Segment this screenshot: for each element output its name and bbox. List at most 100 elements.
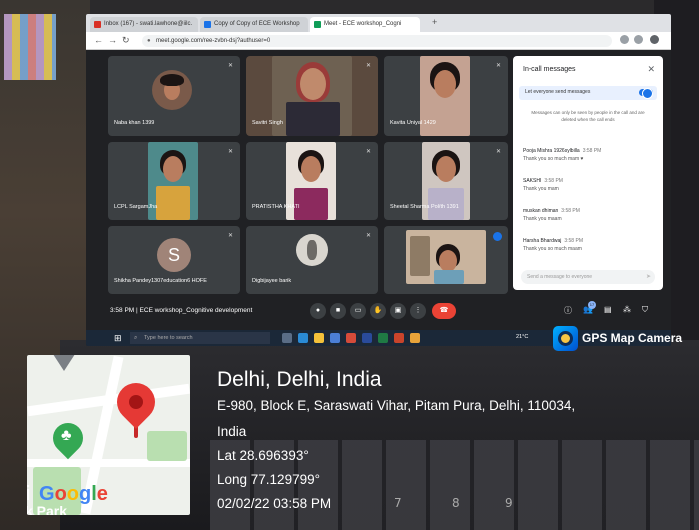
participant-tile[interactable] — [384, 226, 508, 294]
participant-avatar — [152, 70, 192, 110]
extension-icon[interactable] — [620, 35, 629, 44]
back-icon[interactable]: ← — [94, 35, 103, 45]
participant-avatar — [296, 234, 328, 266]
mic-off-icon: ✕ — [496, 63, 502, 69]
participant-tile[interactable]: ✕ Kavita Uniyal 1429 — [384, 56, 508, 136]
edge-icon[interactable] — [298, 333, 308, 343]
url-field[interactable]: ● meet.google.com/ree-zvbn-dsj?authuser=… — [142, 35, 612, 47]
chat-input-placeholder: Send a message to everyone — [527, 274, 593, 280]
meeting-info-icon[interactable]: ⓘ — [564, 305, 572, 316]
camera-icon[interactable]: ■ — [330, 303, 346, 319]
meeting-details: 3:58 PM | ECE workshop_Cognitive develop… — [110, 307, 252, 314]
participant-tile[interactable]: ✕ Sheetal Sharma Pol/th 1391 — [384, 142, 508, 220]
mic-off-icon: ✕ — [366, 149, 372, 155]
message-text: Thank you mam — [523, 186, 559, 192]
tab-label: Copy of Copy of ECE Workshop — [214, 21, 300, 27]
location-address: E-980, Block E, Saraswati Vihar, Pitam P… — [217, 398, 576, 413]
location-map: ♣ i Google k Park — [27, 355, 190, 515]
laptop-screen: Inbox (167) - swati.lawhone@iilc. Copy o… — [86, 14, 671, 346]
reload-icon[interactable]: ↻ — [122, 35, 130, 46]
message-time: 3:58 PM — [561, 208, 580, 214]
chat-message: Harsha Bhardwaj 3:58 PM Thank you so much… — [523, 238, 653, 252]
participant-name: Savitri Singh — [252, 120, 283, 126]
participant-tile[interactable]: S ✕ Shikha Pandey1307education6 HOFE — [108, 226, 240, 294]
message-text: Thank you maam — [523, 216, 562, 222]
gps-app-label: GPS Map Camera — [582, 331, 683, 345]
raise-hand-icon[interactable]: ✋ — [370, 303, 386, 319]
chat-permission-row: Let everyone send messages — [519, 86, 657, 100]
office-icon[interactable] — [346, 333, 356, 343]
message-text: Thank you so much mam ♥ — [523, 156, 584, 162]
weather-widget[interactable]: 21°C — [516, 334, 528, 340]
present-icon[interactable]: ▣ — [390, 303, 406, 319]
key-9: 9 — [505, 496, 513, 510]
google-logo-letter: o — [66, 483, 79, 505]
close-icon[interactable]: ✕ — [647, 64, 655, 75]
profile-icon[interactable] — [634, 35, 643, 44]
message-sender: muskan dhiman — [523, 208, 559, 214]
more-options-icon[interactable]: ⋮ — [410, 303, 426, 319]
participant-tile[interactable]: ✕ LCPL SargamJha — [108, 142, 240, 220]
location-city: Delhi, Delhi, India — [217, 368, 382, 391]
tab-gmail[interactable]: Inbox (167) - swati.lawhone@iilc. — [90, 17, 198, 32]
powerpoint-icon[interactable] — [394, 333, 404, 343]
taskbar-search[interactable]: ⌕ Type here to search — [130, 332, 270, 344]
key-8: 8 — [452, 496, 460, 510]
participant-tile[interactable]: ✕ Naba khan 1399 — [108, 56, 240, 136]
message-time: 3:58 PM — [564, 238, 583, 244]
tab-label: Inbox (167) - swati.lawhone@iilc. — [104, 21, 193, 27]
chat-message-input[interactable]: Send a message to everyone ➤ — [521, 270, 655, 284]
end-call-icon[interactable]: ☎ — [432, 303, 456, 319]
url-text: meet.google.com/ree-zvbn-dsj?authuser=0 — [156, 38, 271, 44]
task-view-icon[interactable] — [282, 333, 292, 343]
participant-tile[interactable]: ✕ Savitri Singh — [246, 56, 378, 136]
location-longitude: Long 77.129799° — [217, 472, 320, 487]
microphone-icon[interactable]: ● — [310, 303, 326, 319]
tab-meet[interactable]: Meet - ECE workshop_Cogni — [310, 17, 420, 32]
participant-name: Sheetal Sharma Pol/th 1391 — [390, 204, 459, 210]
chat-message: muskan dhiman 3:58 PM Thank you maam — [523, 208, 653, 222]
gps-map-camera-logo — [553, 326, 578, 351]
key-7: 7 — [394, 496, 402, 510]
docs-icon — [204, 21, 211, 28]
captions-icon[interactable]: ▭ — [350, 303, 366, 319]
word-icon[interactable] — [362, 333, 372, 343]
message-sender: Pooja Mishra 1926sylbilla — [523, 148, 580, 154]
taskbar-search-placeholder: Type here to search — [144, 335, 193, 341]
participant-video — [406, 230, 486, 284]
send-icon[interactable]: ➤ — [646, 270, 651, 284]
participant-tile[interactable]: ✕ PRATISTHA KHATI — [246, 142, 378, 220]
meeting-name: ECE workshop_Cognitive development — [139, 307, 253, 314]
chat-privacy-note: Messages can only be seen by people in t… — [531, 110, 645, 122]
forward-icon[interactable]: → — [108, 35, 117, 45]
participant-name: Naba khan 1399 — [114, 120, 155, 126]
address-bar: ← → ↻ ● meet.google.com/ree-zvbn-dsj?aut… — [86, 32, 671, 50]
windows-start-icon[interactable]: ⊞ — [114, 333, 122, 344]
participant-name: Shikha Pandey1307education6 HOFE — [114, 278, 207, 284]
message-sender: Harsha Bhardwaj — [523, 238, 562, 244]
participants-count-badge: 17 — [587, 301, 596, 309]
people-icon[interactable]: 👥 17 — [583, 301, 596, 314]
tab-docs[interactable]: Copy of Copy of ECE Workshop — [200, 17, 308, 32]
tree-icon: ♣ — [61, 427, 72, 444]
store-icon[interactable] — [330, 333, 340, 343]
menu-icon[interactable] — [650, 35, 659, 44]
new-tab-icon[interactable]: + — [432, 17, 437, 27]
capture-datetime: 02/02/22 03:58 PM — [217, 496, 332, 511]
file-explorer-icon[interactable] — [314, 333, 324, 343]
chrome-icon[interactable] — [410, 333, 420, 343]
host-controls-icon[interactable]: ⛉ — [642, 305, 648, 315]
chat-title: In-call messages — [523, 66, 576, 73]
excel-icon[interactable] — [378, 333, 388, 343]
chat-icon[interactable]: ▤ — [604, 305, 612, 314]
activities-icon[interactable]: ⁂ — [623, 305, 631, 314]
meeting-time: 3:58 PM — [110, 307, 135, 314]
everyone-send-toggle[interactable] — [639, 88, 653, 99]
google-logo-letter: g — [79, 483, 92, 505]
lock-icon: ● — [147, 38, 151, 44]
camera-lens-icon — [558, 331, 573, 346]
pin-center — [129, 395, 143, 409]
participant-tile[interactable]: ✕ Digbijayee barik — [246, 226, 378, 294]
message-sender: SAKSHI — [523, 178, 542, 184]
gmail-icon — [94, 21, 101, 28]
